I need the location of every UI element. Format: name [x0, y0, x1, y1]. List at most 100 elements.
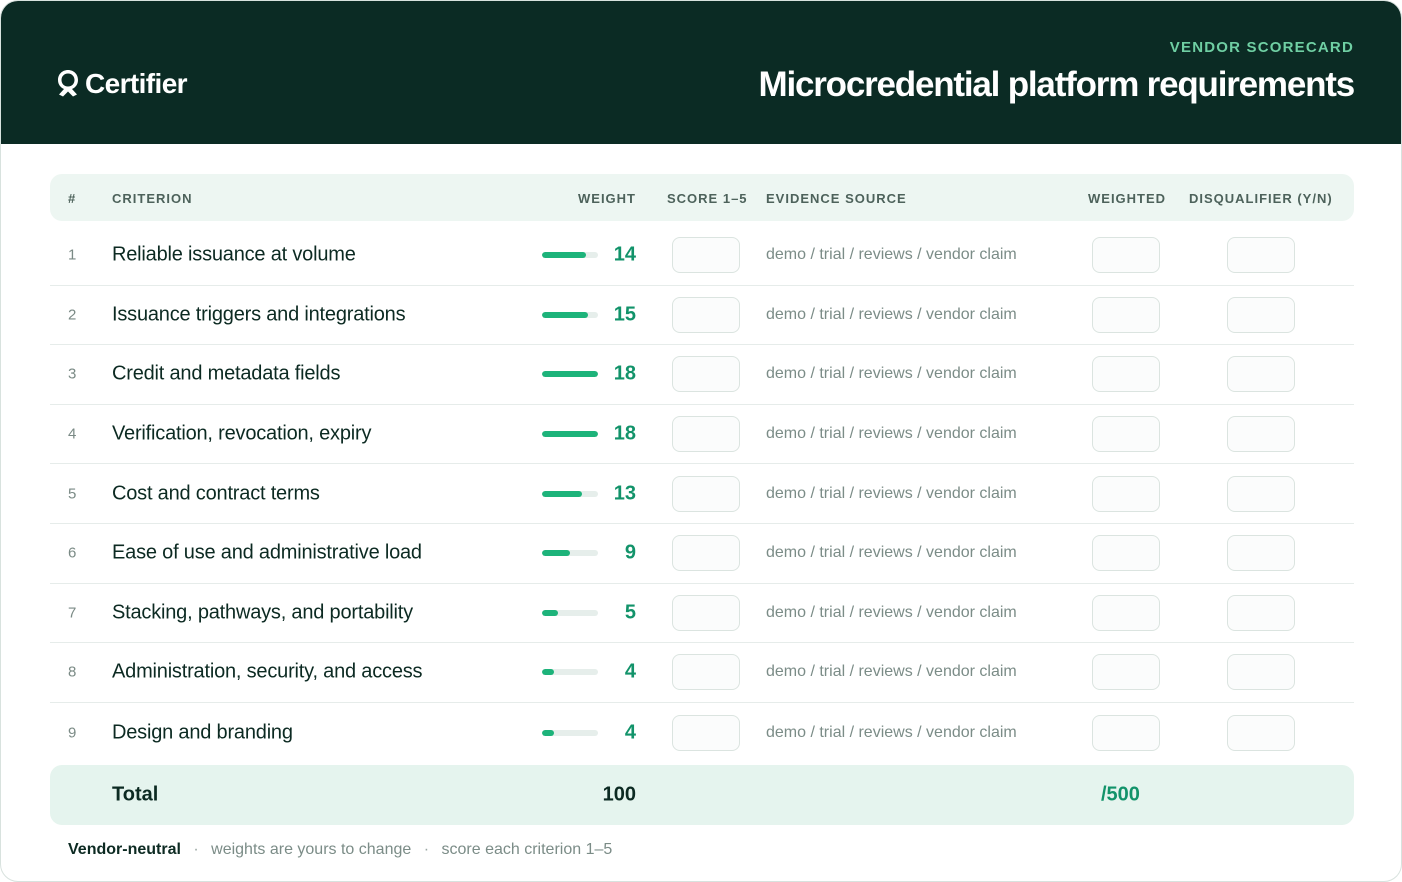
weight-value: 9	[624, 541, 636, 564]
brand-name: Certifier	[85, 68, 188, 99]
criterion-label: Ease of use and administrative load	[112, 541, 422, 564]
score-input[interactable]	[672, 296, 740, 333]
row-number: 4	[68, 425, 77, 443]
row-number: 8	[68, 663, 77, 681]
column-disqualifier: DISQUALIFIER (Y/N)	[1189, 191, 1333, 206]
row-number: 9	[68, 724, 77, 742]
criterion-label: Stacking, pathways, and portability	[112, 601, 413, 624]
column-score: SCORE 1–5	[667, 191, 748, 206]
weight-bar-fill	[542, 729, 555, 736]
column-num: #	[68, 191, 77, 206]
weight-value: 4	[624, 721, 636, 744]
criterion-label: Design and branding	[112, 721, 293, 744]
footer-separator: ·	[193, 841, 199, 858]
column-weighted: WEIGHTED	[1088, 191, 1167, 206]
weighted-input[interactable]	[1092, 356, 1160, 393]
weighted-input[interactable]	[1092, 475, 1160, 512]
weight-bar-fill	[542, 431, 598, 438]
criterion-label: Reliable issuance at volume	[112, 243, 356, 266]
weighted-input[interactable]	[1092, 296, 1160, 333]
criterion-label: Verification, revocation, expiry	[112, 422, 372, 445]
weight-bar	[542, 669, 598, 676]
evidence-source: demo / trial / reviews / vendor claim	[766, 544, 1017, 562]
weighted-input[interactable]	[1092, 535, 1160, 572]
row-number: 6	[68, 544, 77, 562]
weight-bar	[542, 431, 598, 438]
disqualifier-input[interactable]	[1227, 654, 1295, 691]
disqualifier-input[interactable]	[1227, 416, 1295, 453]
footer-note-weights: weights are yours to change	[211, 841, 412, 858]
weighted-input[interactable]	[1092, 654, 1160, 691]
score-input[interactable]	[672, 237, 740, 274]
disqualifier-input[interactable]	[1227, 237, 1295, 274]
weight-bar	[542, 371, 598, 378]
footer-separator: ·	[423, 841, 430, 858]
weight-bar	[542, 550, 598, 557]
brand-logo: Certifier	[55, 67, 188, 101]
disqualifier-input[interactable]	[1227, 356, 1295, 393]
weight-value: 18	[613, 362, 636, 385]
table-row: 3 Credit and metadata fields 18 demo / tria…	[50, 345, 1354, 405]
weight-value: 5	[624, 601, 636, 624]
row-number: 3	[68, 365, 77, 383]
evidence-source: demo / trial / reviews / vendor claim	[766, 663, 1017, 681]
weight-bar-fill	[542, 609, 558, 616]
weight-bar	[542, 490, 598, 497]
footer-lead: Vendor-neutral	[68, 841, 181, 858]
evidence-source: demo / trial / reviews / vendor claim	[766, 603, 1017, 621]
weight-bar-fill	[542, 371, 598, 378]
weighted-input[interactable]	[1092, 594, 1160, 631]
weight-value: 15	[613, 303, 636, 326]
total-row: Total 100 /500	[50, 765, 1354, 825]
evidence-source: demo / trial / reviews / vendor claim	[766, 425, 1017, 443]
scorecard-card: Certifier VENDOR SCORECARD Microcredenti…	[0, 0, 1402, 882]
score-input[interactable]	[672, 654, 740, 691]
total-label: Total	[112, 783, 159, 806]
weight-bar-fill	[542, 669, 555, 676]
table-row: 8 Administration, security, and access 4 de…	[50, 643, 1354, 703]
weight-bar-fill	[542, 550, 570, 557]
disqualifier-input[interactable]	[1227, 296, 1295, 333]
weight-value: 4	[624, 660, 636, 683]
evidence-source: demo / trial / reviews / vendor claim	[766, 484, 1017, 502]
evidence-source: demo / trial / reviews / vendor claim	[766, 723, 1017, 741]
score-input[interactable]	[672, 416, 740, 453]
weighted-input[interactable]	[1092, 416, 1160, 453]
page-title: Microcredential platform requirements	[758, 65, 1356, 104]
page-eyebrow: VENDOR SCORECARD	[1169, 39, 1354, 56]
score-input[interactable]	[672, 475, 740, 512]
table-row: 7 Stacking, pathways, and portability 5 dem…	[50, 584, 1354, 644]
evidence-source: demo / trial / reviews / vendor claim	[766, 305, 1017, 323]
row-number: 7	[68, 604, 77, 622]
score-input[interactable]	[672, 356, 740, 393]
weight-bar	[542, 729, 598, 736]
table-header: # CRITERION WEIGHT SCORE 1–5 EVIDENCE SO…	[50, 174, 1354, 221]
header: Certifier VENDOR SCORECARD Microcredenti…	[1, 1, 1401, 144]
weight-bar-fill	[542, 311, 589, 318]
weight-bar	[542, 311, 598, 318]
table-row: 5 Cost and contract terms 13 demo / trial /…	[50, 464, 1354, 524]
weighted-input[interactable]	[1092, 237, 1160, 274]
footer-note-score: score each criterion 1–5	[441, 841, 613, 858]
weighted-input[interactable]	[1092, 714, 1160, 751]
disqualifier-input[interactable]	[1227, 535, 1295, 572]
weight-bar	[542, 252, 598, 259]
weight-value: 13	[613, 482, 636, 505]
score-input[interactable]	[672, 714, 740, 751]
weight-bar	[542, 609, 598, 616]
score-input[interactable]	[672, 594, 740, 631]
disqualifier-input[interactable]	[1227, 475, 1295, 512]
column-criterion: CRITERION	[112, 191, 193, 206]
score-input[interactable]	[672, 535, 740, 572]
row-number: 2	[68, 306, 77, 324]
footer-note: Vendor-neutral · weights are yours to ch…	[68, 841, 612, 859]
row-number: 5	[68, 485, 77, 503]
disqualifier-input[interactable]	[1227, 714, 1295, 751]
criterion-label: Credit and metadata fields	[112, 362, 341, 385]
table-row: 6 Ease of use and administrative load 9 dem…	[50, 524, 1354, 584]
disqualifier-input[interactable]	[1227, 594, 1295, 631]
criterion-label: Cost and contract terms	[112, 482, 320, 505]
weight-bar-fill	[542, 490, 583, 497]
table-row: 2 Issuance triggers and integrations 15 dem…	[50, 286, 1354, 346]
weight-bar-fill	[542, 252, 586, 259]
